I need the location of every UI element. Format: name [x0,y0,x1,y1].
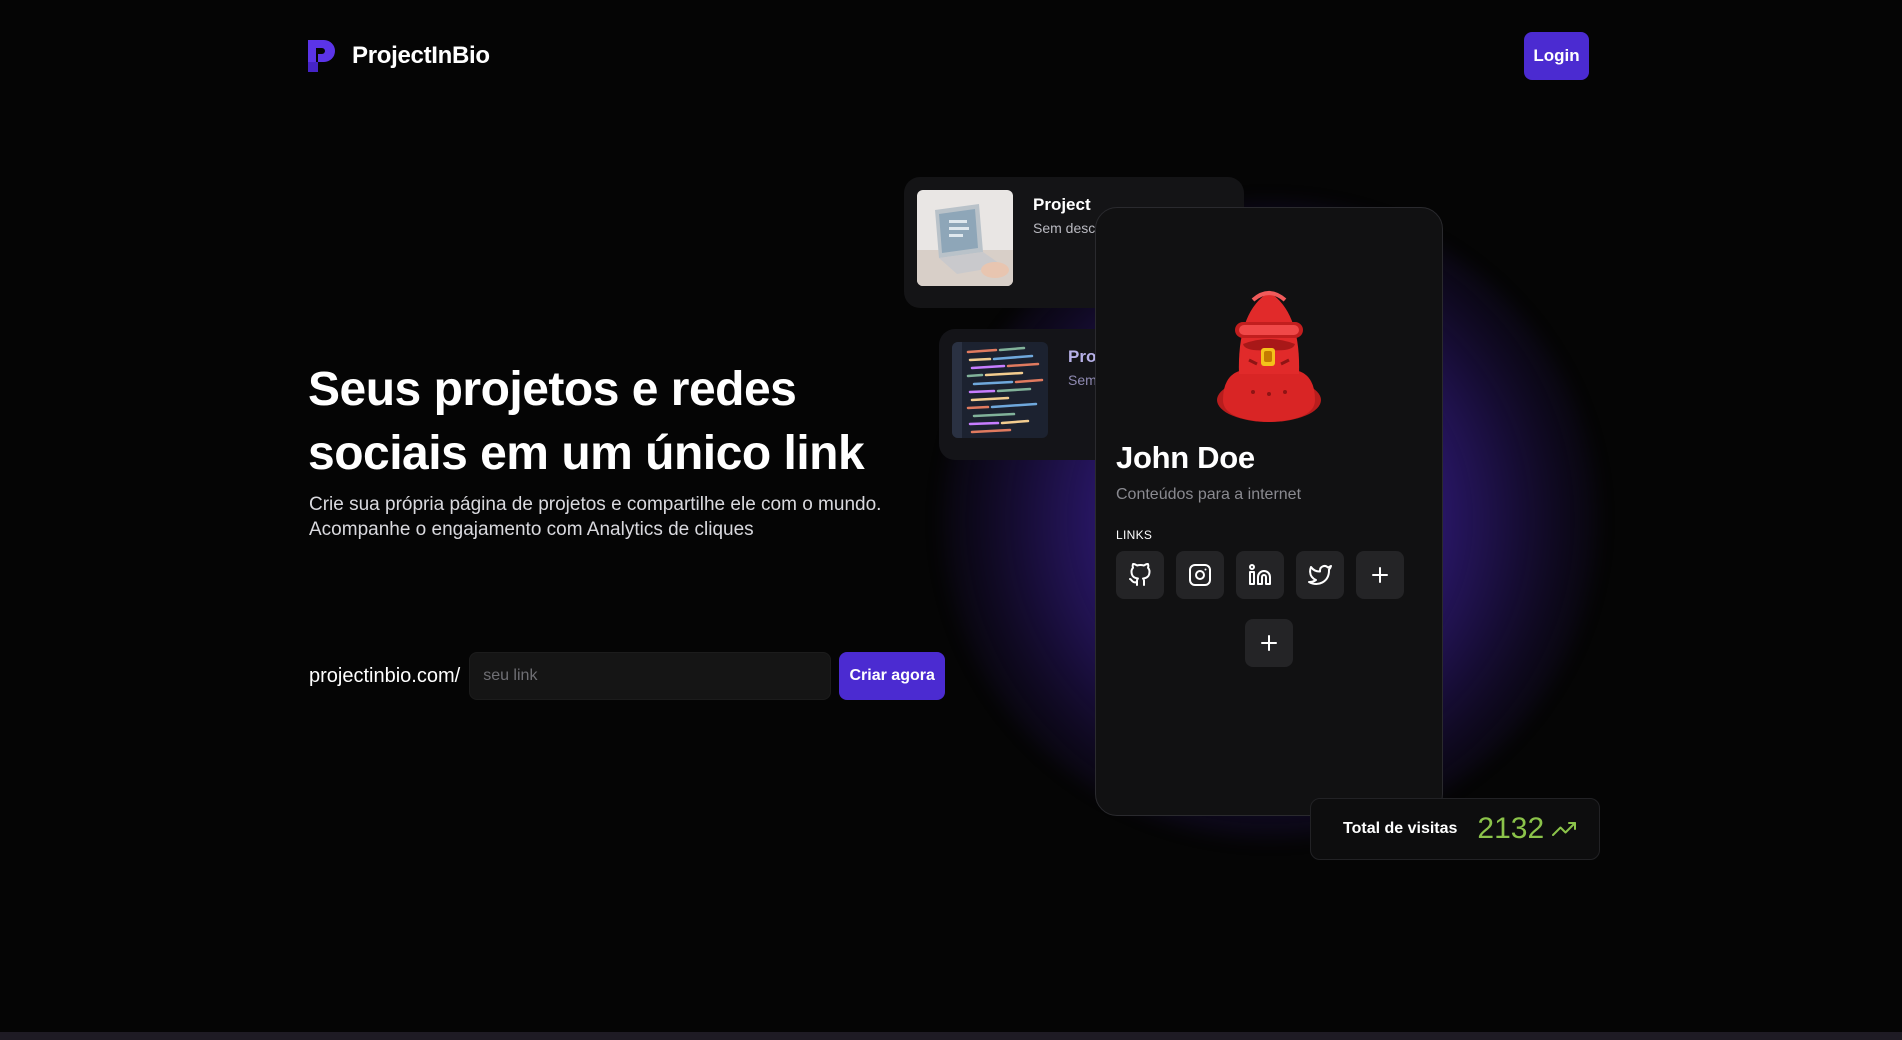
add-project-button[interactable] [1245,619,1293,667]
hero-title: Seus projetos e redes sociais em um únic… [308,363,865,480]
login-button[interactable]: Login [1524,32,1589,80]
brand-name: ProjectInBio [352,42,490,69]
visits-value: 2132 [1477,812,1545,845]
instagram-icon [1189,564,1211,586]
hero-subtitle: Crie sua própria página de projetos e co… [309,492,881,542]
create-now-button[interactable]: Criar agora [839,652,946,700]
plus-icon [1261,635,1277,651]
laptop-image-icon [917,190,1013,286]
hero-subtitle-line1: Crie sua própria página de projetos e co… [309,494,882,515]
landing-page: ProjectInBio Login Seus projetos e redes… [0,0,1902,1040]
instagram-link-button[interactable] [1176,551,1224,599]
trending-up-icon [1552,822,1577,836]
total-visits-card: Total de visitas 2132 [1310,798,1600,860]
profile-preview-card: John Doe Conteúdos para a internet LINKS [1095,207,1443,816]
visits-label: Total de visitas [1343,820,1458,837]
linkedin-icon [1249,564,1271,585]
github-link-button[interactable] [1116,551,1164,599]
create-link-form: projectinbio.com/ Criar agora [309,652,946,700]
add-link-button[interactable] [1356,551,1404,599]
plus-icon [1372,567,1388,583]
url-prefix: projectinbio.com/ [309,664,461,687]
logo-mark-icon [308,40,335,72]
profile-name: John Doe [1116,440,1255,475]
github-icon [1129,563,1151,586]
hero-subtitle-line2: Acompanhe o engajamento com Analytics de… [309,519,754,540]
link-input[interactable] [469,652,832,700]
code-image-icon [952,342,1048,438]
brand-logo[interactable]: ProjectInBio [308,40,490,72]
avatar [1217,291,1321,422]
twitter-icon [1308,565,1332,585]
profile-description: Conteúdos para a internet [1116,486,1302,503]
twitter-link-button[interactable] [1296,551,1344,599]
links-label: LINKS [1116,528,1153,542]
project-thumbnail-laptop [917,190,1013,286]
project-thumbnail-code [952,342,1048,438]
linkedin-link-button[interactable] [1236,551,1284,599]
bottom-bar [0,1032,1902,1040]
social-links [1116,551,1404,599]
